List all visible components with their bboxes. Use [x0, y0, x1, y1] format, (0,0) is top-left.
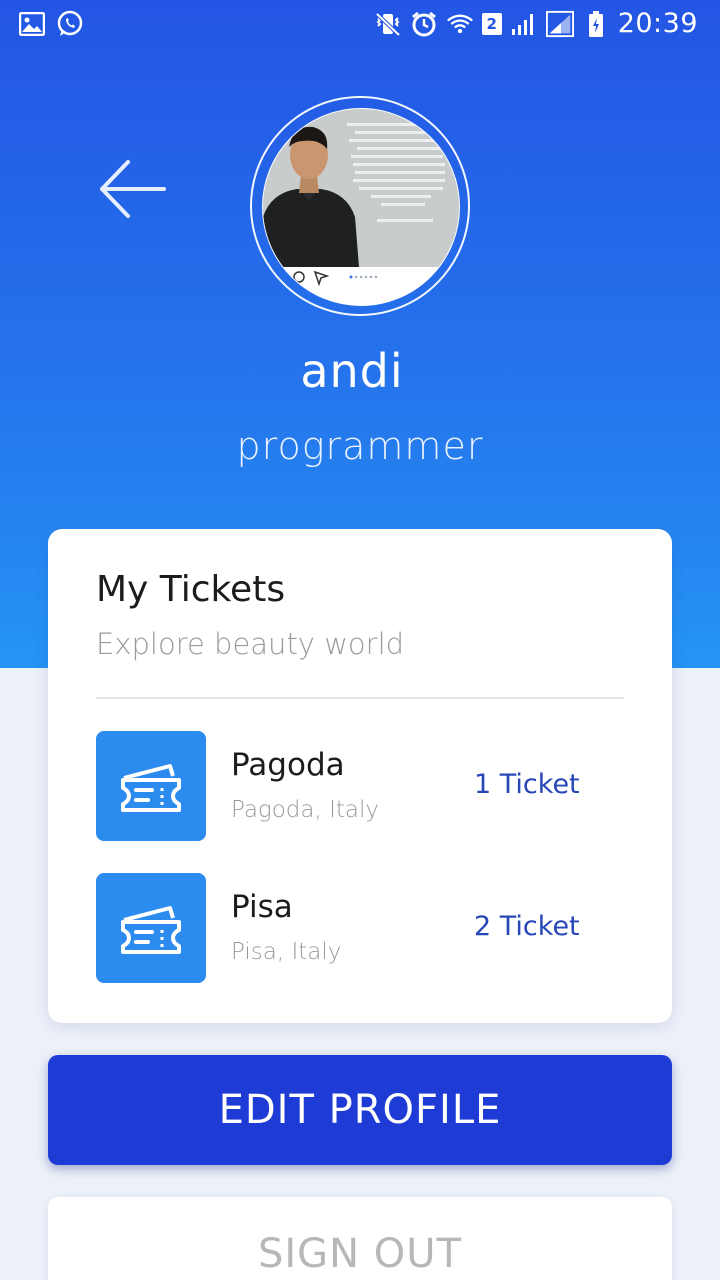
back-arrow-icon: [100, 160, 166, 218]
status-right: 2 20:39: [374, 8, 698, 39]
card-divider: [96, 697, 624, 699]
ticket-name: Pisa: [231, 889, 293, 925]
sign-out-button[interactable]: SIGN OUT: [48, 1197, 672, 1280]
ticket-name: Pagoda: [231, 747, 345, 783]
status-bar: 2 20:39: [0, 0, 720, 50]
profile-screen: 2 20:39 andi programmer My Tickets Explo…: [0, 0, 720, 1280]
ticket-icon-box: [96, 731, 206, 841]
ticket-location: Pagoda, Italy: [231, 797, 380, 823]
ticket-location: Pisa, Italy: [231, 939, 342, 965]
avatar[interactable]: [262, 108, 460, 306]
signal-icon: [510, 10, 538, 38]
ticket-count: 2 Ticket: [474, 911, 580, 942]
gallery-icon: [18, 10, 46, 38]
card-title: My Tickets: [96, 569, 286, 610]
status-time: 20:39: [617, 8, 698, 39]
back-button[interactable]: [96, 156, 168, 222]
status-left: [18, 10, 84, 38]
signal-icon: [545, 10, 574, 38]
alarm-icon: [410, 10, 438, 38]
edit-profile-button[interactable]: EDIT PROFILE: [48, 1055, 672, 1165]
ticket-icon: [121, 764, 181, 812]
tickets-card: My Tickets Explore beauty world Pagoda P…: [48, 529, 672, 1023]
whatsapp-icon: [56, 10, 84, 38]
sim-badge: 2: [481, 12, 502, 35]
ticket-icon: [121, 906, 181, 954]
ticket-item-pisa[interactable]: Pisa Pisa, Italy 2 Ticket: [96, 873, 624, 983]
ticket-count: 1 Ticket: [474, 769, 580, 800]
profile-name: andi: [300, 344, 404, 398]
wifi-icon: [446, 10, 474, 38]
battery-icon: [582, 10, 610, 38]
avatar-photo: [263, 109, 459, 305]
card-subtitle: Explore beauty world: [96, 627, 405, 661]
profile-role: programmer: [236, 424, 484, 468]
ticket-icon-box: [96, 873, 206, 983]
ticket-item-pagoda[interactable]: Pagoda Pagoda, Italy 1 Ticket: [96, 731, 624, 841]
vibrate-icon: [374, 10, 402, 38]
